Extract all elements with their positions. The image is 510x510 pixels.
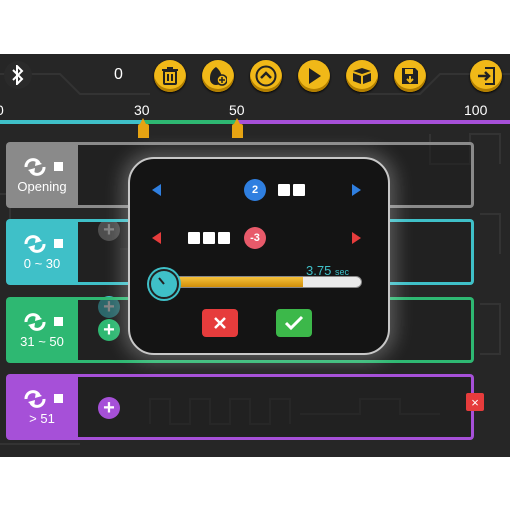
close-icon: × bbox=[471, 394, 479, 410]
delete-row-button[interactable]: × bbox=[466, 393, 484, 411]
row-label: > 51 bbox=[29, 410, 55, 426]
red-left-arrow[interactable] bbox=[152, 232, 161, 244]
plus-icon: + bbox=[103, 397, 115, 419]
save-button[interactable] bbox=[394, 60, 426, 92]
row-indicator bbox=[53, 239, 63, 248]
play-button[interactable] bbox=[298, 60, 330, 92]
timeline-tick-30: 30 bbox=[134, 102, 150, 118]
counter-display: 0 bbox=[114, 66, 123, 83]
red-gear-value: -3 bbox=[250, 232, 260, 244]
row-header[interactable]: 0 ~ 30 bbox=[6, 219, 78, 285]
close-icon bbox=[214, 317, 226, 329]
row-label: 0 ~ 30 bbox=[23, 255, 61, 271]
confirm-button[interactable] bbox=[276, 309, 312, 337]
timeline-segment-teal bbox=[0, 120, 143, 124]
loop-icon bbox=[24, 157, 45, 176]
red-step-squares bbox=[188, 232, 230, 244]
plus-icon: + bbox=[103, 319, 115, 341]
row-header[interactable]: 31 ~ 50 bbox=[6, 297, 78, 363]
timeline-handle-50[interactable] bbox=[232, 118, 243, 138]
row-indicator bbox=[53, 394, 63, 403]
blue-gear-badge: 2 bbox=[241, 176, 275, 210]
bluetooth-button[interactable] bbox=[4, 61, 32, 89]
play-icon bbox=[309, 68, 321, 84]
exit-icon bbox=[478, 67, 495, 85]
red-right-arrow[interactable] bbox=[352, 232, 361, 244]
box-button[interactable] bbox=[346, 60, 378, 92]
timeline-handle-30[interactable] bbox=[138, 118, 149, 138]
check-icon bbox=[284, 315, 304, 331]
timeline-segment-purple bbox=[238, 120, 510, 124]
chevron-up-icon bbox=[255, 65, 277, 87]
add-step-button-51-plus[interactable]: + bbox=[98, 397, 120, 419]
row-label: 31 ~ 50 bbox=[20, 333, 64, 349]
timeline-bar bbox=[0, 120, 510, 124]
timing-dialog: 2 -3 3.75 sec bbox=[128, 157, 390, 355]
timeline-tick-100: 100 bbox=[464, 102, 488, 118]
row-indicator bbox=[53, 162, 63, 171]
add-step-button-31-50[interactable]: + bbox=[98, 319, 120, 341]
loop-icon bbox=[24, 234, 45, 253]
blue-gear-value: 2 bbox=[251, 184, 259, 196]
row-header[interactable]: Opening bbox=[6, 142, 78, 208]
save-icon bbox=[402, 68, 418, 84]
trash-icon bbox=[162, 67, 178, 85]
row-indicator bbox=[53, 317, 63, 326]
blue-right-arrow[interactable] bbox=[352, 184, 361, 196]
row-track[interactable] bbox=[78, 374, 474, 440]
slider-knob-icon[interactable] bbox=[149, 269, 179, 299]
trash-button[interactable] bbox=[154, 60, 186, 92]
move-up-button[interactable] bbox=[250, 60, 282, 92]
loop-icon bbox=[24, 389, 45, 408]
row-label: Opening bbox=[17, 178, 67, 194]
cancel-button[interactable] bbox=[202, 309, 238, 337]
timeline-segment-green bbox=[143, 120, 238, 124]
exit-button[interactable] bbox=[470, 60, 502, 92]
blue-left-arrow[interactable] bbox=[152, 184, 161, 196]
sequence-row-51-plus: > 51 bbox=[6, 374, 474, 440]
timeline-tick-0: 0 bbox=[0, 102, 4, 118]
red-gear-badge: -3 bbox=[241, 224, 275, 258]
loop-icon bbox=[24, 312, 45, 331]
box-icon bbox=[353, 68, 371, 84]
duration-slider[interactable] bbox=[149, 269, 362, 299]
bluetooth-icon bbox=[12, 65, 24, 85]
row-header[interactable]: > 51 bbox=[6, 374, 78, 440]
timeline-tick-50: 50 bbox=[229, 102, 245, 118]
add-bulb-button[interactable] bbox=[202, 60, 234, 92]
blue-step-squares bbox=[278, 184, 305, 196]
add-bulb-icon bbox=[210, 67, 227, 86]
